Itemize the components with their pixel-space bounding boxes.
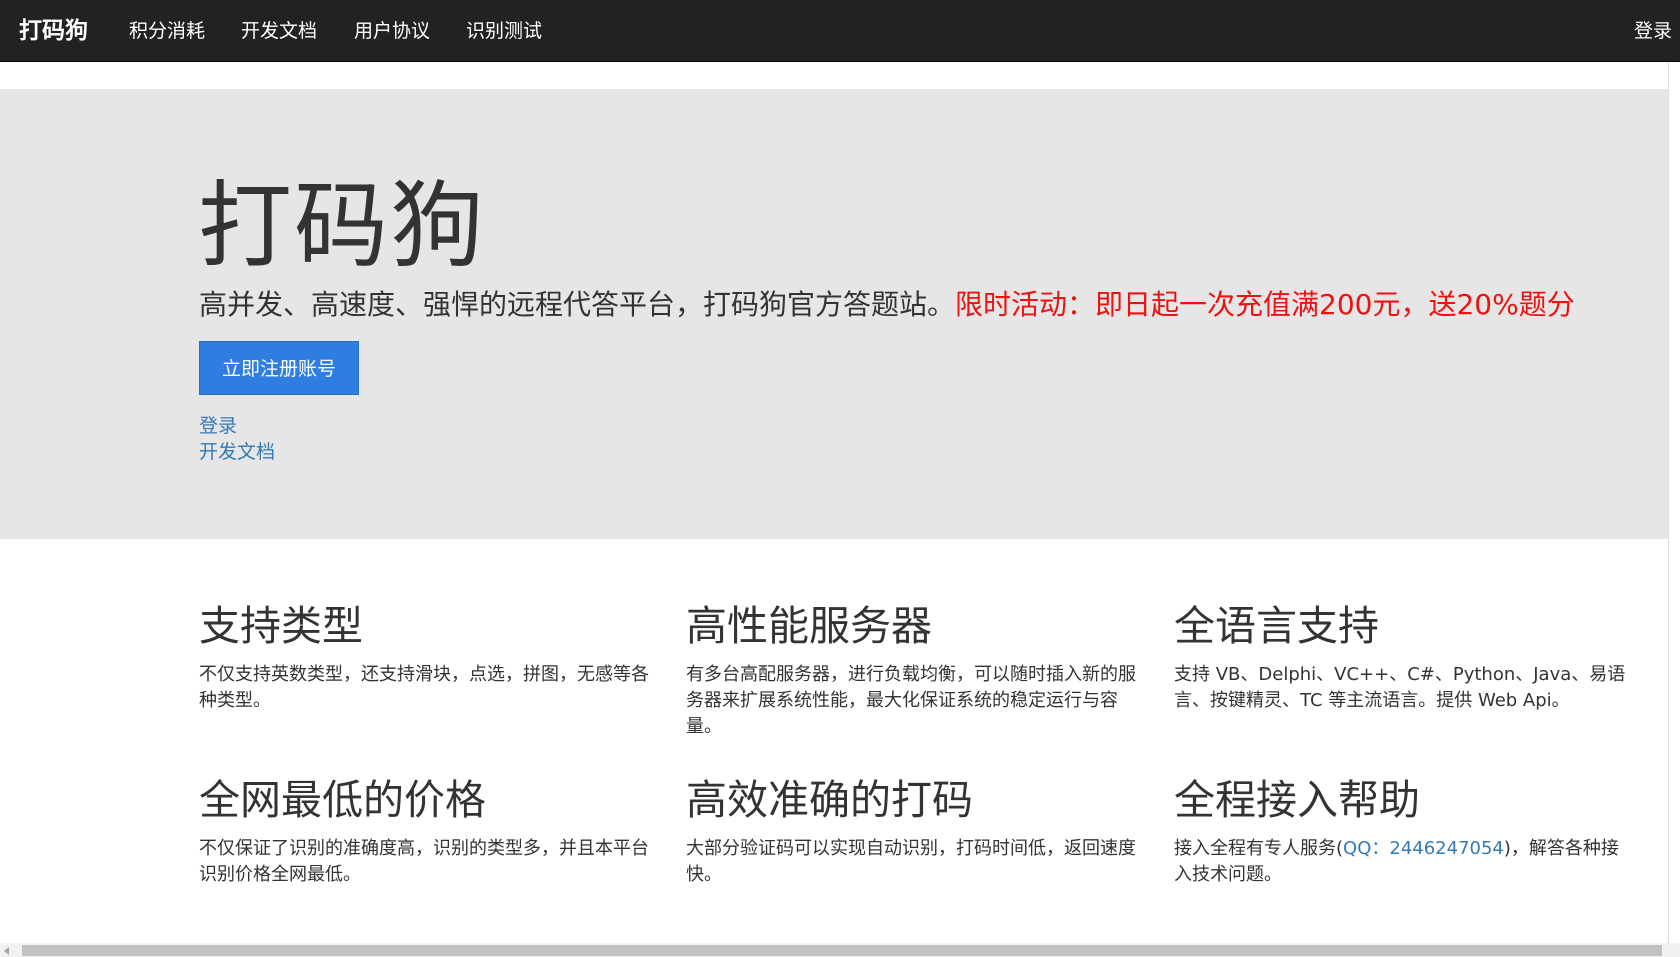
feature-supported-types: 支持类型 不仅支持英数类型，还支持滑块，点选，拼图，无感等各种类型。 [199,600,659,714]
feature-title: 高性能服务器 [686,602,932,650]
feature-title: 全网最低的价格 [199,776,486,824]
feature-text: 有多台高配服务器，进行负载均衡，可以随时插入新的服务器来扩展系统性能，最大化保证… [686,664,1136,737]
feature-text: 不仅支持英数类型，还支持滑块，点选，拼图，无感等各种类型。 [199,664,649,711]
feature-efficient-accurate: 高效准确的打码 大部分验证码可以实现自动识别，打码时间低，返回速度快。 [686,774,1146,888]
nav-item-recognition-test[interactable]: 识别测试 [466,18,542,44]
scroll-left-arrow-icon[interactable] [4,947,9,955]
feature-integration-help: 全程接入帮助 接入全程有专人服务(QQ：2446247054)，解答各种接入技术… [1174,774,1634,888]
horizontal-scrollbar[interactable] [0,943,1680,957]
top-navbar: 打码狗 积分消耗 开发文档 用户协议 识别测试 登录 [0,0,1680,62]
hero-title: 打码狗 [198,172,487,281]
nav-login-link[interactable]: 登录 [1634,18,1672,44]
hero-promo-text: 限时活动：即日起一次充值满200元，送20%题分 [955,288,1575,321]
vertical-scrollbar[interactable] [1668,62,1680,945]
feature-lowest-price: 全网最低的价格 不仅保证了识别的准确度高，识别的类型多，并且本平台识别价格全网最… [199,774,659,888]
hero-docs-link[interactable]: 开发文档 [199,439,275,465]
feature-text: 不仅保证了识别的准确度高，识别的类型多，并且本平台识别价格全网最低。 [199,838,649,885]
feature-text-before: 接入全程有专人服务( [1174,838,1344,859]
feature-text: 大部分验证码可以实现自动识别，打码时间低，返回速度快。 [686,838,1136,885]
register-button[interactable]: 立即注册账号 [199,341,359,395]
qq-contact-link[interactable]: QQ：2446247054 [1343,838,1504,859]
hero-login-link[interactable]: 登录 [199,413,237,439]
feature-title: 全语言支持 [1174,602,1379,650]
feature-text: 接入全程有专人服务(QQ：2446247054)，解答各种接入技术问题。 [1174,836,1634,888]
hero-lead-text: 高并发、高速度、强悍的远程代答平台，打码狗官方答题站。 [199,288,956,321]
feature-language-support: 全语言支持 支持 VB、Delphi、VC++、C#、Python、Java、易… [1174,600,1634,714]
feature-title: 支持类型 [199,602,363,650]
feature-text: 支持 VB、Delphi、VC++、C#、Python、Java、易语言、按键精… [1174,664,1626,711]
hero-lead: 高并发、高速度、强悍的远程代答平台，打码狗官方答题站。限时活动：即日起一次充值满… [199,285,1649,325]
feature-title: 高效准确的打码 [686,776,973,824]
horizontal-scrollbar-thumb[interactable] [22,945,1662,956]
nav-item-points[interactable]: 积分消耗 [129,18,205,44]
feature-title: 全程接入帮助 [1174,776,1420,824]
navbar-brand[interactable]: 打码狗 [19,15,88,47]
nav-item-docs[interactable]: 开发文档 [241,18,317,44]
feature-high-performance: 高性能服务器 有多台高配服务器，进行负载均衡，可以随时插入新的服务器来扩展系统性… [686,600,1146,740]
hero-section: 打码狗 高并发、高速度、强悍的远程代答平台，打码狗官方答题站。限时活动：即日起一… [0,89,1668,539]
nav-item-agreement[interactable]: 用户协议 [354,18,430,44]
